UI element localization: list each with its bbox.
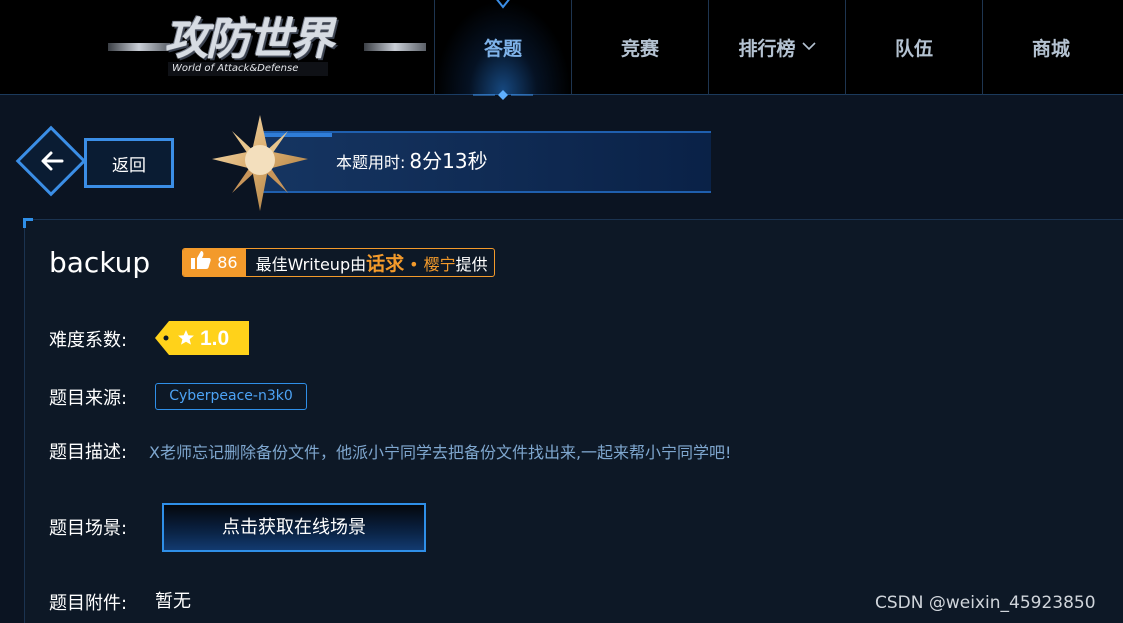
writeup-badge[interactable]: 86 最佳Writeup由 话求 • 樱宁 提供 xyxy=(182,247,495,277)
timer-display: 本题用时: 8分13秒 xyxy=(336,145,488,175)
back-button-label: 返回 xyxy=(112,155,146,176)
logo-title: 攻防世界 xyxy=(164,14,334,65)
active-marker-top-icon xyxy=(496,0,510,9)
back-button[interactable]: 返回 xyxy=(15,125,174,197)
logo-wing-left xyxy=(108,43,170,51)
scene-label: 题目场景: xyxy=(49,518,128,539)
like-count: 86 xyxy=(217,252,238,272)
difficulty-value: 1.0 xyxy=(200,327,229,350)
site-logo[interactable]: 攻防世界 World of Attack&Defense xyxy=(108,10,426,80)
writeup-team[interactable]: 樱宁 xyxy=(424,251,456,275)
timer-value: 8分13秒 xyxy=(409,149,488,173)
active-marker-bottom-icon xyxy=(473,90,533,100)
timer-label: 本题用时: xyxy=(336,153,406,172)
attachment-label: 题目附件: xyxy=(49,593,128,614)
nav-item-label: 队伍 xyxy=(894,38,933,60)
nav-item-label: 排行榜 xyxy=(738,38,796,60)
writeup-suffix: 提供 xyxy=(455,254,488,274)
attachment-value: 暂无 xyxy=(155,591,191,612)
main-nav: 答题 竞赛 排行榜 队伍 商城 xyxy=(434,0,1119,100)
thumbs-up-icon xyxy=(191,250,211,274)
logo-subtitle: World of Attack&Defense xyxy=(168,62,328,76)
nav-item-label: 竞赛 xyxy=(620,38,659,60)
chevron-down-icon xyxy=(801,40,816,55)
nav-item-shop[interactable]: 商城 xyxy=(982,0,1119,95)
source-label: 题目来源: xyxy=(49,388,128,409)
back-arrow-icon xyxy=(32,140,74,182)
writeup-separator: • xyxy=(409,254,419,274)
description-text: X老师忘记删除备份文件，他派小宁同学去把备份文件找出来,一起来帮小宁同学吧! xyxy=(149,443,732,462)
nav-item-label: 商城 xyxy=(1031,38,1070,60)
description-label: 题目描述: xyxy=(49,442,128,463)
nav-item-ranking[interactable]: 排行榜 xyxy=(708,0,845,95)
difficulty-label: 难度系数: xyxy=(49,330,128,351)
nav-item-answer[interactable]: 答题 xyxy=(434,0,571,100)
top-navigation-bar: 攻防世界 World of Attack&Defense 答题 竞赛 排行榜 队… xyxy=(0,0,1123,100)
task-title: backup xyxy=(49,245,151,279)
compass-star-icon xyxy=(212,115,308,211)
task-title-row: backup 86 最佳Writeup由 话求 • 樱宁 提供 xyxy=(49,244,495,280)
get-online-scene-button[interactable]: 点击获取在线场景 xyxy=(162,503,426,552)
nav-item-label: 答题 xyxy=(483,38,522,60)
nav-item-team[interactable]: 队伍 xyxy=(845,0,982,95)
source-tag[interactable]: Cyberpeace-n3k0 xyxy=(155,383,307,410)
writeup-author[interactable]: 话求 xyxy=(366,249,404,276)
nav-item-competition[interactable]: 竞赛 xyxy=(571,0,708,95)
difficulty-tag: 1.0 xyxy=(155,321,249,355)
back-button-label-box: 返回 xyxy=(84,138,174,188)
panel-corner-decoration xyxy=(23,218,33,228)
writeup-prefix: 最佳Writeup由 xyxy=(255,254,367,274)
csdn-watermark: CSDN @weixin_45923850 xyxy=(875,593,1096,613)
like-counter[interactable]: 86 xyxy=(183,248,246,276)
writeup-info: 最佳Writeup由 话求 • 樱宁 提供 xyxy=(246,249,494,276)
